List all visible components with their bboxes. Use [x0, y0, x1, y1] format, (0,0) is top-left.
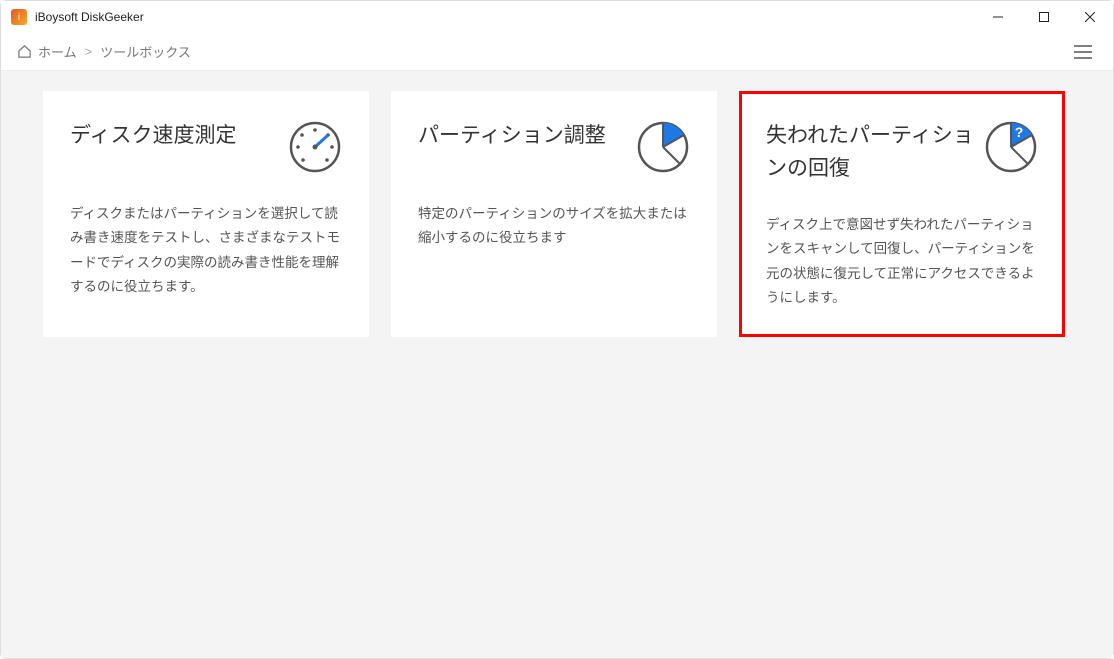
menu-button[interactable]: [1069, 38, 1097, 66]
card-title: ディスク速度測定: [70, 120, 237, 153]
window-titlebar: i iBoysoft DiskGeeker: [1, 1, 1113, 33]
svg-text:?: ?: [1015, 124, 1024, 140]
maximize-button[interactable]: [1021, 1, 1067, 33]
pie-question-icon: ?: [984, 120, 1038, 174]
card-disk-speed[interactable]: ディスク速度測定 ディスクまたはパ: [43, 91, 369, 337]
breadcrumb-current: ツールボックス: [100, 42, 191, 61]
minimize-button[interactable]: [975, 1, 1021, 33]
card-title: パーティション調整: [418, 120, 606, 153]
gauge-icon: [288, 120, 342, 174]
content-area: ディスク速度測定 ディスクまたはパ: [1, 71, 1113, 658]
pie-icon: [636, 120, 690, 174]
window-title: iBoysoft DiskGeeker: [35, 10, 144, 24]
card-partition-adjust[interactable]: パーティション調整 特定のパーティションのサイズを拡大または縮小するのに役立ちま…: [391, 91, 717, 337]
close-button[interactable]: [1067, 1, 1113, 33]
home-icon: [17, 44, 32, 59]
card-description: 特定のパーティションのサイズを拡大または縮小するのに役立ちます: [418, 202, 690, 251]
card-description: ディスクまたはパーティションを選択して読み書き速度をテストし、さまざまなテストモ…: [70, 202, 342, 299]
cards-row: ディスク速度測定 ディスクまたはパ: [43, 91, 1071, 337]
card-description: ディスク上で意図せず失われたパーティションをスキャンして回復し、パーティションを…: [766, 213, 1038, 310]
breadcrumb-home[interactable]: ホーム: [38, 42, 77, 61]
card-lost-partition-recovery[interactable]: 失われたパーティションの回復 ? ディスク上で意図せず失われたパーティションをス…: [739, 91, 1065, 337]
app-icon: i: [11, 9, 27, 25]
breadcrumb-separator: >: [85, 44, 93, 59]
card-title: 失われたパーティションの回復: [766, 120, 976, 185]
breadcrumb: ホーム > ツールボックス: [1, 33, 1113, 71]
